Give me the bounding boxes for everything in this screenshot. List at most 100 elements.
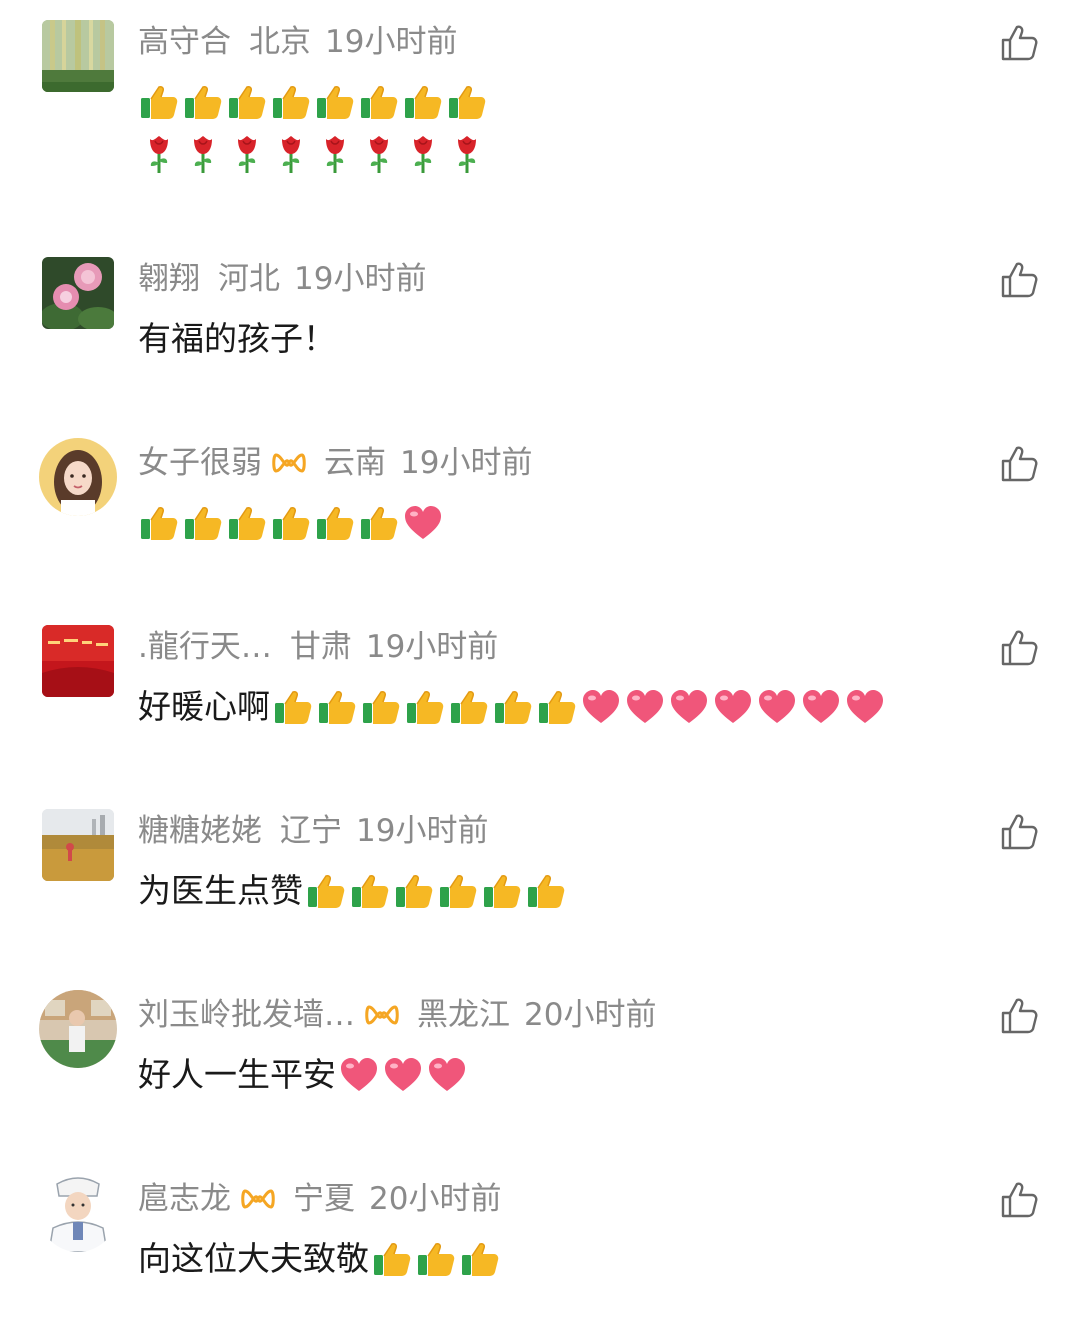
- thumbs-up-outline-icon: [1001, 998, 1038, 1034]
- woman-avatar-icon: [39, 438, 117, 516]
- comment-meta: 翱翔 河北 19小时前: [138, 257, 426, 301]
- thumbs-up-emoji: [358, 502, 400, 544]
- thumbs-up-emoji: [270, 502, 312, 544]
- username[interactable]: 高守合: [138, 20, 231, 64]
- comment-item: 高守合 北京 19小时前: [0, 20, 1080, 180]
- user-avatar[interactable]: [42, 20, 114, 92]
- comment-item: 女子很弱 云南 19小时前: [0, 438, 1080, 601]
- comment-list: 高守合 北京 19小时前 翱翔 河北 19小时前 有福的孩子！ 女子很弱 云南 …: [0, 0, 1080, 1316]
- thumbs-up-emoji: [360, 686, 402, 728]
- heart-emoji: [382, 1054, 424, 1096]
- emoji-line: 好人一生平安: [138, 1051, 470, 1099]
- thumbs-up-emoji: [393, 870, 435, 912]
- thumbs-up-emoji: [314, 81, 356, 123]
- comment-body: 有福的孩子！: [138, 319, 336, 358]
- timestamp: 19小时前: [325, 24, 458, 60]
- thumbs-up-emoji: [272, 686, 314, 728]
- comment-text: [138, 499, 446, 547]
- location: 黑龙江: [417, 997, 510, 1033]
- flower-avatar-icon: [42, 257, 114, 329]
- user-avatar[interactable]: [39, 1174, 117, 1252]
- user-avatar[interactable]: [39, 990, 117, 1068]
- thumbs-up-emoji: [270, 81, 312, 123]
- like-button[interactable]: [1000, 1181, 1038, 1219]
- thumbs-up-emoji: [182, 81, 224, 123]
- user-avatar[interactable]: [42, 809, 114, 881]
- thumbs-up-emoji: [314, 502, 356, 544]
- emoji-line: 有福的孩子！: [138, 315, 336, 363]
- rose-emoji: [402, 133, 444, 175]
- like-button[interactable]: [1000, 997, 1038, 1035]
- thumbs-up-emoji: [138, 81, 180, 123]
- comment-meta: 扈志龙 宁夏 20小时前: [138, 1177, 501, 1221]
- comment-text: 好人一生平安: [138, 1051, 470, 1099]
- user-avatar[interactable]: [42, 625, 114, 697]
- thumbs-up-outline-icon: [1001, 814, 1038, 850]
- location: 河北: [218, 261, 280, 297]
- thumbs-up-outline-icon: [1001, 262, 1038, 298]
- comment-text: 为医生点赞: [138, 867, 569, 915]
- emoji-line: 好暖心啊: [138, 683, 888, 731]
- thumbs-up-emoji: [437, 870, 479, 912]
- thumbs-up-emoji: [525, 870, 567, 912]
- thumbs-up-emoji: [226, 502, 268, 544]
- comment-item: 糖糖姥姥 辽宁 19小时前 为医生点赞: [0, 809, 1080, 969]
- member-badge-icon: [241, 1187, 275, 1211]
- username[interactable]: 刘玉岭批发墙…: [138, 993, 355, 1037]
- thumbs-up-emoji: [448, 686, 490, 728]
- username[interactable]: 糖糖姥姥: [138, 809, 262, 853]
- comment-meta: 高守合 北京 19小时前: [138, 20, 457, 64]
- bamboo-avatar-icon: [42, 20, 114, 92]
- thumbs-up-emoji: [226, 81, 268, 123]
- thumbs-up-emoji: [459, 1238, 501, 1280]
- thumbs-up-emoji: [182, 502, 224, 544]
- rose-emoji: [314, 133, 356, 175]
- thumbs-up-emoji: [316, 686, 358, 728]
- comment-body: 好人一生平安: [138, 1055, 336, 1094]
- thumbs-up-emoji: [446, 81, 488, 123]
- field-avatar-icon: [42, 809, 114, 881]
- thumbs-up-outline-icon: [1001, 25, 1038, 61]
- username[interactable]: .龍行天…: [138, 625, 272, 669]
- comment-text: 有福的孩子！: [138, 315, 336, 363]
- thumbs-up-emoji: [415, 1238, 457, 1280]
- user-avatar[interactable]: [39, 438, 117, 516]
- rose-emoji: [358, 133, 400, 175]
- like-button[interactable]: [1000, 813, 1038, 851]
- thumbs-up-emoji: [404, 686, 446, 728]
- thumbs-up-emoji: [138, 502, 180, 544]
- thumbs-up-outline-icon: [1001, 446, 1038, 482]
- rose-emoji: [138, 133, 180, 175]
- heart-emoji: [402, 502, 444, 544]
- like-button[interactable]: [1000, 629, 1038, 667]
- thumbs-up-outline-icon: [1001, 630, 1038, 666]
- emoji-line: [138, 130, 490, 178]
- username[interactable]: 扈志龙: [138, 1177, 231, 1221]
- heart-emoji: [624, 686, 666, 728]
- red-banner-avatar-icon: [42, 625, 114, 697]
- like-button[interactable]: [1000, 24, 1038, 62]
- location: 辽宁: [280, 813, 342, 849]
- thumbs-up-emoji: [349, 870, 391, 912]
- location: 甘肃: [289, 629, 352, 665]
- comment-body: 好暖心啊: [138, 687, 270, 726]
- user-avatar[interactable]: [42, 257, 114, 329]
- timestamp: 19小时前: [400, 445, 533, 481]
- rose-emoji: [270, 133, 312, 175]
- like-button[interactable]: [1000, 261, 1038, 299]
- comment-item: 扈志龙 宁夏 20小时前 向这位大夫致敬: [0, 1174, 1080, 1337]
- rose-emoji: [182, 133, 224, 175]
- username[interactable]: 翱翔: [138, 257, 200, 301]
- location: 云南: [324, 445, 386, 481]
- timestamp: 19小时前: [294, 261, 427, 297]
- member-badge-icon: [272, 451, 306, 475]
- comment-item: .龍行天… 甘肃 19小时前 好暖心啊: [0, 625, 1080, 785]
- comment-item: 刘玉岭批发墙… 黑龙江 20小时前 好人一生平安: [0, 990, 1080, 1153]
- rose-emoji: [226, 133, 268, 175]
- like-button[interactable]: [1000, 445, 1038, 483]
- username[interactable]: 女子很弱: [138, 441, 262, 485]
- emoji-line: [138, 78, 490, 126]
- comment-meta: 糖糖姥姥 辽宁 19小时前: [138, 809, 488, 853]
- emoji-line: 为医生点赞: [138, 867, 569, 915]
- comment-meta: .龍行天… 甘肃 19小时前: [138, 625, 498, 669]
